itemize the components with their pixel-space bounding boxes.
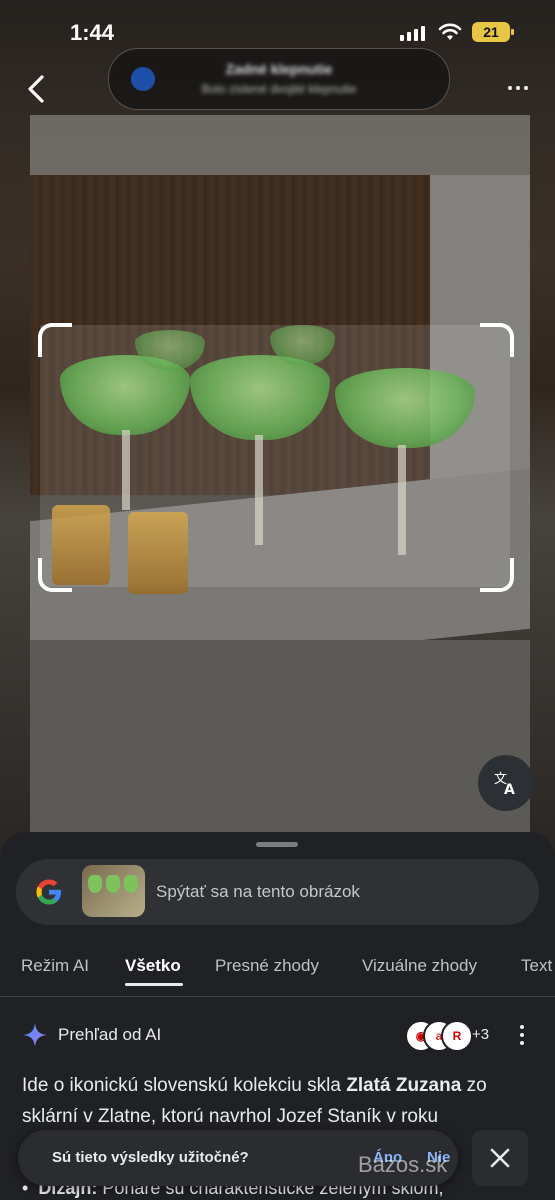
- ai-overview-title: Prehľad od AI: [58, 1025, 162, 1044]
- toast-title: Zadné klepnutie: [225, 61, 333, 77]
- result-tabs: Režim AI Všetko Presné zhody Vizuálne zh…: [0, 942, 555, 992]
- tab-all[interactable]: Všetko: [125, 956, 181, 976]
- crop-corner-bottom-right[interactable]: [480, 558, 514, 592]
- sheet-drag-handle[interactable]: [256, 842, 298, 847]
- watermark: Bazos.sk: [358, 1152, 448, 1177]
- tab-text[interactable]: Text: [521, 956, 552, 976]
- image-thumbnail[interactable]: [82, 865, 145, 917]
- active-tab-indicator: [125, 983, 183, 986]
- toast-subtitle: Bolo zistené dvojité klepnutie: [201, 82, 357, 96]
- ai-overview-text: Ide o ikonickú slovenskú kolekciu skla Z…: [22, 1075, 487, 1127]
- amber-glass: [128, 512, 188, 594]
- tab-visual-matches[interactable]: Vizuálne zhody: [362, 956, 477, 976]
- close-icon: [490, 1148, 510, 1168]
- glass-stem: [122, 430, 130, 510]
- crop-corner-top-left[interactable]: [38, 323, 72, 357]
- divider: [0, 996, 555, 997]
- status-time: 1:44: [70, 20, 115, 45]
- translate-icon: 文 A: [494, 772, 515, 797]
- svg-text:A: A: [504, 782, 515, 797]
- feedback-question: Sú tieto výsledky užitočné?: [52, 1149, 249, 1166]
- highlight-term: Zlatá Zuzana: [346, 1075, 462, 1096]
- source-favicon-icon: R: [441, 1020, 473, 1052]
- wifi-icon: [438, 23, 462, 40]
- glass-stem: [255, 435, 263, 545]
- ask-about-image-field[interactable]: Spýtať sa na tento obrázok: [16, 859, 539, 925]
- glass-stem: [398, 445, 406, 555]
- translate-button[interactable]: 文 A: [478, 755, 534, 811]
- cellular-signal-icon: [400, 26, 425, 41]
- search-placeholder: Spýtať sa na tento obrázok: [156, 882, 360, 901]
- source-favicons[interactable]: ◉ a R: [405, 1020, 473, 1052]
- crop-corner-bottom-left[interactable]: [38, 558, 72, 592]
- tab-ai-mode[interactable]: Režim AI: [21, 956, 89, 976]
- back-tap-toast: Zadné klepnutie Bolo zistené dvojité kle…: [108, 48, 450, 110]
- more-options-icon[interactable]: [506, 78, 530, 98]
- ai-overview-menu-icon[interactable]: [518, 1025, 526, 1047]
- source-count[interactable]: +3: [472, 1026, 489, 1043]
- back-arrow-icon[interactable]: [22, 72, 54, 106]
- crop-corner-top-right[interactable]: [480, 323, 514, 357]
- lens-photo[interactable]: [0, 0, 555, 860]
- ai-sparkle-icon: [23, 1023, 47, 1047]
- battery-icon: 21: [472, 22, 514, 42]
- tab-exact-matches[interactable]: Presné zhody: [215, 956, 319, 976]
- close-feedback-button[interactable]: [472, 1130, 528, 1186]
- google-logo-icon: [36, 879, 61, 905]
